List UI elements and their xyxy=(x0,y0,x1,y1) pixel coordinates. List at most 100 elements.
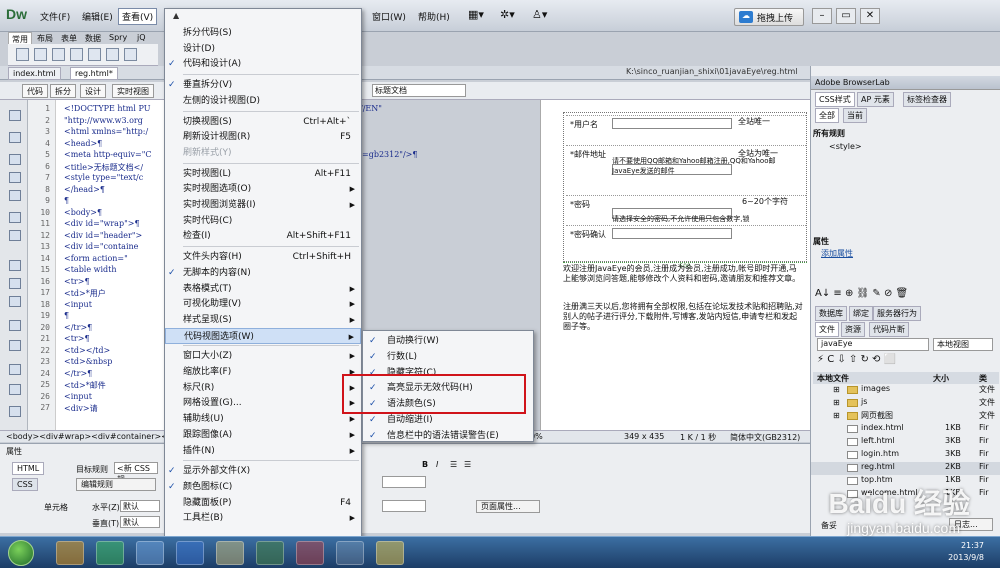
move-css-icon[interactable] xyxy=(9,384,21,395)
edit-rule-button[interactable]: 编辑规则 xyxy=(76,478,156,491)
menu-edit[interactable]: 编辑(E) xyxy=(82,10,113,23)
view-menu-item[interactable]: 可视化助理(V) ▶ xyxy=(165,296,361,312)
highlight-invalid-icon[interactable] xyxy=(9,278,21,289)
tab-css-styles[interactable]: CSS样式 xyxy=(815,92,855,107)
local-view-select[interactable]: 本地视图 xyxy=(933,338,993,351)
line-numbers-icon[interactable] xyxy=(9,260,21,271)
font-size-field[interactable] xyxy=(382,476,426,488)
taskbar-app-8[interactable] xyxy=(336,541,364,565)
align-left-icon[interactable]: ☰ xyxy=(450,460,457,469)
view-menu-item[interactable]: 插件(N) ▶ xyxy=(165,443,361,459)
add-property-link[interactable]: 添加属性 xyxy=(821,248,853,259)
view-menu-item[interactable]: 隐藏面板(P) F4 xyxy=(165,495,361,511)
open-documents-icon[interactable] xyxy=(9,110,21,121)
tab-server-behaviors[interactable]: 服务器行为 xyxy=(873,306,921,321)
recent-snippets-icon[interactable] xyxy=(9,364,21,375)
live-view-button[interactable]: 实时视图 xyxy=(112,84,154,98)
site-icon[interactable]: ♙▾ xyxy=(532,8,547,21)
tab-snippets[interactable]: 代码片断 xyxy=(869,322,909,337)
align-center-icon[interactable]: ☰ xyxy=(464,460,471,469)
file-toolbar-icons[interactable]: ⚡ C ⇩ ⇧ ↻ ⟲ ⬜ xyxy=(817,354,896,365)
view-menu-item[interactable]: 表格模式(T) ▶ xyxy=(165,281,361,297)
hyperlink-icon[interactable] xyxy=(16,48,29,61)
design-view-button[interactable]: 设计 xyxy=(80,84,106,98)
view-menu-item[interactable]: 检查(I) Alt+Shift+F11 xyxy=(165,228,361,244)
view-menu-item[interactable]: ✓ 显示外部文件(X) xyxy=(165,463,361,479)
div-icon[interactable] xyxy=(106,48,119,61)
expand-icon[interactable]: ⊞ xyxy=(833,398,840,407)
document-title-input[interactable]: 标题文档 xyxy=(372,84,466,97)
split-view-button[interactable]: 拆分 xyxy=(50,84,76,98)
view-menu-item[interactable]: 实时视图浏览器(I) ▶ xyxy=(165,197,361,213)
file-row[interactable]: ⊞ 网页截图 文件 xyxy=(811,410,1000,423)
view-menu-item[interactable]: ✓ 颜色图标(C) xyxy=(165,479,361,495)
browserlab-panel-header[interactable]: Adobe BrowserLab xyxy=(811,76,1000,90)
start-button[interactable] xyxy=(8,540,34,566)
tag-path[interactable]: <body><div#wrap><div#container><f xyxy=(6,432,171,441)
view-menu-item[interactable]: 实时代码(C) xyxy=(165,213,361,229)
view-menu-item[interactable]: 代码视图选项(W) ▶ xyxy=(165,327,361,344)
expand-icon[interactable]: ⊞ xyxy=(833,411,840,420)
width-field[interactable] xyxy=(382,500,426,512)
taskbar-app-7[interactable] xyxy=(296,541,324,565)
file-row[interactable]: reg.html 2KB Fir xyxy=(811,462,1000,475)
horz-select[interactable]: 默认 xyxy=(120,500,160,512)
menu-help[interactable]: 帮助(H) xyxy=(418,10,450,23)
insert-tab-jquery[interactable]: jQ xyxy=(134,32,149,43)
view-menu-item[interactable]: 跟踪图像(A) ▶ xyxy=(165,427,361,443)
file-row[interactable]: ⊞ images 文件 xyxy=(811,384,1000,397)
balance-braces-icon[interactable] xyxy=(9,230,21,241)
taskbar-app-9[interactable] xyxy=(376,541,404,565)
view-menu-item[interactable]: 左侧的设计视图(D) xyxy=(165,93,361,109)
show-code-navigator-icon[interactable] xyxy=(9,132,21,143)
collapse-tag-icon[interactable] xyxy=(9,154,21,165)
taskbar-app-2[interactable] xyxy=(96,541,124,565)
taskbar-app-5[interactable] xyxy=(216,541,244,565)
taskbar-app-3[interactable] xyxy=(136,541,164,565)
expand-all-icon[interactable] xyxy=(9,190,21,201)
view-menu-item[interactable]: 样式呈现(S) ▶ xyxy=(165,312,361,328)
close-button[interactable]: ✕ xyxy=(860,8,880,24)
view-menu-item[interactable]: 辅助线(U) ▶ xyxy=(165,411,361,427)
bold-icon[interactable]: B xyxy=(422,460,428,469)
page-properties-button[interactable]: 页面属性... xyxy=(476,500,540,513)
view-menu-item[interactable]: ✓ 代码和设计(A) xyxy=(165,56,361,72)
apply-comment-icon[interactable] xyxy=(9,296,21,307)
view-menu-item[interactable]: 工具栏(B) ▶ xyxy=(165,510,361,526)
style-rule-item[interactable]: <style> xyxy=(829,142,862,151)
view-menu-item[interactable]: 网格设置(G)... ▶ xyxy=(165,395,361,411)
site-select[interactable]: javaEye xyxy=(817,338,929,351)
view-menu-item[interactable]: 实时视图选项(O) ▶ xyxy=(165,181,361,197)
file-row[interactable]: login.htm 3KB Fir xyxy=(811,449,1000,462)
menu-window[interactable]: 窗口(W) xyxy=(372,10,406,23)
view-menu-item[interactable]: 窗口大小(Z) ▶ xyxy=(165,348,361,364)
menu-view[interactable]: 查看(V) xyxy=(118,8,158,25)
minimize-button[interactable]: – xyxy=(812,8,832,24)
view-menu-item[interactable]: 文件头内容(H) Ctrl+Shift+H xyxy=(165,249,361,265)
code-view-option[interactable]: ✓ 信息栏中的语法错误警告(E) xyxy=(363,428,533,444)
design-view[interactable]: *用户名 全站唯一 *邮件地址 全站为唯一 请不要使用QQ邮箱和Yahoo邮箱注册,QQ… xyxy=(540,100,810,430)
css-panel-toolbar-icons[interactable]: A↓ ≡ ⊕ ⛓ ✎ ⊘ 🗑 xyxy=(815,288,908,299)
insert-tab-spry[interactable]: Spry xyxy=(106,32,130,43)
view-menu-item[interactable]: ✓ 垂直拆分(V) xyxy=(165,77,361,93)
tab-assets[interactable]: 资源 xyxy=(841,322,865,337)
file-row[interactable]: ⊞ js 文件 xyxy=(811,397,1000,410)
menu-scroll-up-icon[interactable]: ▲ xyxy=(173,11,179,20)
image-icon[interactable] xyxy=(124,48,137,61)
maximize-button[interactable]: ▭ xyxy=(836,8,856,24)
code-view-button[interactable]: 代码 xyxy=(22,84,48,98)
code-view-option[interactable]: ✓ 自动缩进(I) xyxy=(363,412,533,428)
target-rule-select[interactable]: <新 CSS 规 xyxy=(114,462,158,484)
form-row-input[interactable] xyxy=(612,228,732,239)
hr-icon[interactable] xyxy=(70,48,83,61)
view-menu-item[interactable]: 缩放比率(F) ▶ xyxy=(165,364,361,380)
view-menu-item[interactable]: 设计(D) xyxy=(165,41,361,57)
code-view-option[interactable]: ✓ 行数(L) xyxy=(363,349,533,365)
code-editor[interactable]: <!DOCTYPE html PU "http://www.w3.org <html… xyxy=(56,100,164,430)
view-menu-item[interactable]: 拆分代码(S) xyxy=(165,25,361,41)
expand-icon[interactable]: ⊞ xyxy=(833,385,840,394)
form-row-input[interactable] xyxy=(612,118,732,129)
html-properties-button[interactable]: HTML xyxy=(12,462,45,475)
remove-comment-icon[interactable] xyxy=(9,320,21,331)
tab-bindings[interactable]: 绑定 xyxy=(849,306,873,321)
